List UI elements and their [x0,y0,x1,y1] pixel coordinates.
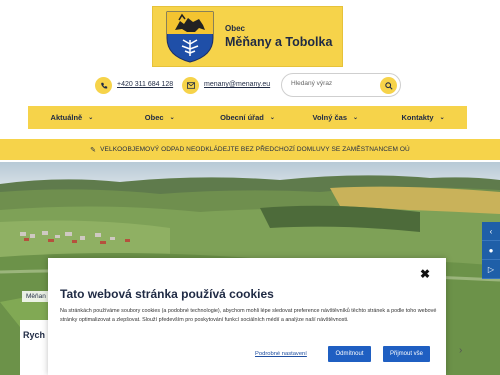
cookie-accept-button[interactable]: Přijmout vše [383,346,430,362]
side-tool-button[interactable]: ‹ [482,222,500,241]
close-icon[interactable]: ✖ [420,267,430,281]
nav-item-aktualne[interactable]: Aktuálně ⌄ [28,113,116,122]
side-tool-button[interactable]: ▷ [482,260,500,279]
hero-label: Měňan [22,291,50,302]
phone-icon [95,77,112,94]
main-nav: Aktuálně ⌄ Obec ⌄ Obecní úřad ⌄ Volný čas ⌄ … [28,106,467,129]
banner-text: VELKOOBJEMOVÝ ODPAD NEODKLÁDEJTE BEZ PŘE… [100,146,410,153]
nav-item-label: Volný čas [312,113,347,122]
nav-item-label: Obec [144,113,164,122]
side-toolbar: ‹ ● ▷ [482,222,500,279]
email-icon [182,77,199,94]
cookie-dialog: ✖ Tato webová stránka používá cookies Na… [48,258,446,375]
email-link[interactable]: menany@menany.eu [204,81,270,88]
phone-link[interactable]: +420 311 684 128 [117,81,173,88]
notice-banner[interactable]: ✎ VELKOOBJEMOVÝ ODPAD NEODKLÁDEJTE BEZ P… [0,139,500,160]
nav-item-volny-cas[interactable]: Volný čas ⌄ [291,113,379,122]
contact-row: +420 311 684 128 menany@menany.eu [0,73,500,99]
cookie-settings-link[interactable]: Podrobné nastavení [255,351,307,357]
chevron-down-icon: ⌄ [169,115,175,121]
nav-item-obec[interactable]: Obec ⌄ [116,113,204,122]
search-box [281,73,401,97]
pen-icon: ✎ [90,146,97,154]
nav-item-obecni-urad[interactable]: Obecní úřad ⌄ [204,113,292,122]
side-tool-button[interactable]: ● [482,241,500,260]
search-button[interactable] [380,77,397,94]
cookie-reject-button[interactable]: Odmítnout [328,346,371,362]
search-input[interactable] [291,80,376,87]
chevron-down-icon: ⌄ [269,115,275,121]
chevron-right-icon[interactable]: › [459,345,462,356]
site-logo[interactable]: Obec Měňany a Tobolka [152,6,343,67]
chevron-down-icon: ⌄ [439,115,445,121]
site-title: Měňany a Tobolka [225,35,333,49]
nav-item-kontakty[interactable]: Kontakty ⌄ [379,113,467,122]
cookie-text: Na stránkách používáme soubory cookies (… [60,308,437,323]
nav-item-label: Kontakty [401,113,434,122]
nav-item-label: Aktuálně [50,113,83,122]
hero-card-title: Rych [23,330,46,340]
search-icon [384,81,393,90]
nav-item-label: Obecní úřad [220,113,264,122]
logo-subtitle: Obec [225,24,246,33]
chevron-down-icon: ⌄ [353,115,359,121]
cookie-title: Tato webová stránka používá cookies [60,287,274,301]
chevron-down-icon: ⌄ [88,115,94,121]
coat-of-arms-icon [165,10,215,63]
